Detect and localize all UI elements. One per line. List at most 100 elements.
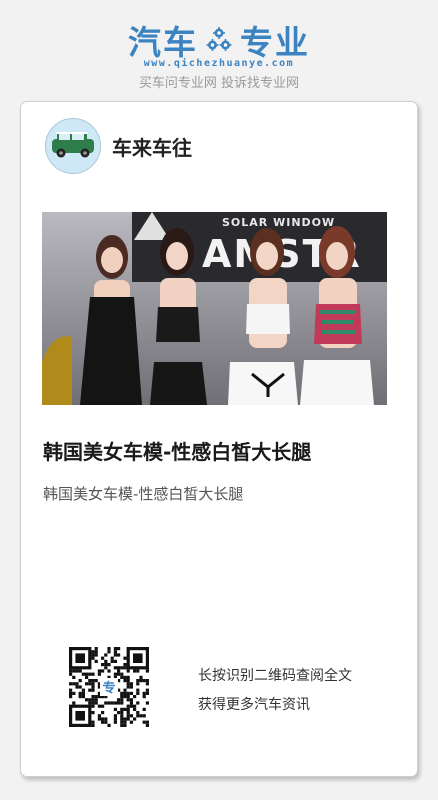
qr-module [117, 672, 121, 676]
qr-module [81, 691, 85, 695]
qr-module [139, 675, 143, 679]
qr-module [126, 679, 130, 683]
author-avatar[interactable] [45, 118, 101, 174]
site-header: 汽车 专业 www.qichezhuanye.com 买车问专业网 投诉找专业网 [0, 0, 438, 100]
qr-module [75, 669, 79, 673]
qr-module [145, 691, 149, 695]
qr-module [126, 707, 130, 711]
qr-module [136, 669, 140, 673]
qr-module [142, 714, 146, 718]
qr-hint-line2: 获得更多汽车资讯 [198, 697, 310, 713]
qr-module [101, 720, 105, 724]
qr-module [91, 704, 95, 708]
qr-module [104, 701, 108, 705]
qr-module [142, 695, 146, 699]
qr-module [91, 695, 95, 699]
qr-module [107, 650, 111, 654]
qr-module [113, 717, 117, 721]
qr-module [94, 701, 98, 705]
qr-module [104, 659, 108, 663]
site-logo[interactable]: 汽车 专业 [0, 16, 438, 64]
qr-module [126, 704, 130, 708]
qr-module [113, 707, 117, 711]
qr-code[interactable]: 专 [69, 647, 149, 727]
qr-module [136, 711, 140, 715]
qr-module [145, 688, 149, 692]
qr-module [107, 701, 111, 705]
qr-module [91, 711, 95, 715]
qr-module [88, 701, 92, 705]
qr-module [85, 675, 89, 679]
qr-module [123, 717, 127, 721]
qr-module [126, 695, 130, 699]
qr-module [88, 682, 92, 686]
qr-module [97, 704, 101, 708]
qr-module [113, 666, 117, 670]
qr-module [129, 714, 133, 718]
qr-module [123, 663, 127, 667]
logo-text-left: 汽车 [128, 23, 198, 62]
qr-module [85, 682, 89, 686]
qr-module [91, 698, 95, 702]
qr-module [78, 669, 82, 673]
qr-module [136, 691, 140, 695]
qr-module [117, 666, 121, 670]
qr-module [129, 682, 133, 686]
qr-module [72, 669, 76, 673]
qr-module [133, 707, 137, 711]
qr-module [69, 688, 73, 692]
qr-module [94, 698, 98, 702]
qr-module [123, 691, 127, 695]
qr-module [69, 672, 73, 676]
qr-module [139, 679, 143, 683]
qr-module [72, 691, 76, 695]
qr-module [133, 695, 137, 699]
author-name[interactable]: 车来车往 [112, 132, 192, 161]
qr-module [145, 682, 149, 686]
qr-module [91, 685, 95, 689]
qr-module [120, 720, 124, 724]
qr-module [126, 698, 130, 702]
qr-module [136, 714, 140, 718]
qr-module [81, 672, 85, 676]
qr-module [91, 720, 95, 724]
qr-module [133, 717, 137, 721]
qr-module [126, 714, 130, 718]
qr-module [123, 666, 127, 670]
article-title[interactable]: 韩国美女车模-性感白皙大长腿 [43, 436, 311, 465]
qr-finder [75, 711, 85, 721]
qr-module [91, 656, 95, 660]
qr-module [120, 707, 124, 711]
qr-module [97, 669, 101, 673]
qr-module [117, 669, 121, 673]
qr-module [123, 723, 127, 727]
qr-module [120, 711, 124, 715]
qr-module [113, 720, 117, 724]
qr-module [113, 653, 117, 657]
qr-module [75, 682, 79, 686]
site-url[interactable]: www.qichezhuanye.com [0, 58, 438, 69]
qr-module [126, 685, 130, 689]
qr-hint-line1: 长按识别二维码查阅全文 [198, 668, 352, 684]
qr-module [145, 701, 149, 705]
qr-module [85, 698, 89, 702]
qr-module [104, 663, 108, 667]
logo-text-right: 专业 [240, 23, 310, 62]
qr-module [81, 695, 85, 699]
qr-module [85, 672, 89, 676]
qr-module [123, 720, 127, 724]
qr-module [88, 679, 92, 683]
qr-module [129, 685, 133, 689]
qr-module [69, 682, 73, 686]
qr-module [107, 669, 111, 673]
qr-module [88, 698, 92, 702]
article-image[interactable]: SOLAR WINDOW AMSTR [42, 212, 387, 405]
qr-module [123, 679, 127, 683]
qr-module [88, 672, 92, 676]
qr-module [145, 723, 149, 727]
article-card[interactable]: 车来车往 SOLAR WINDOW AMSTR [20, 101, 418, 777]
qr-module [126, 675, 130, 679]
qr-module [129, 720, 133, 724]
qr-module [136, 682, 140, 686]
qr-module [120, 714, 124, 718]
